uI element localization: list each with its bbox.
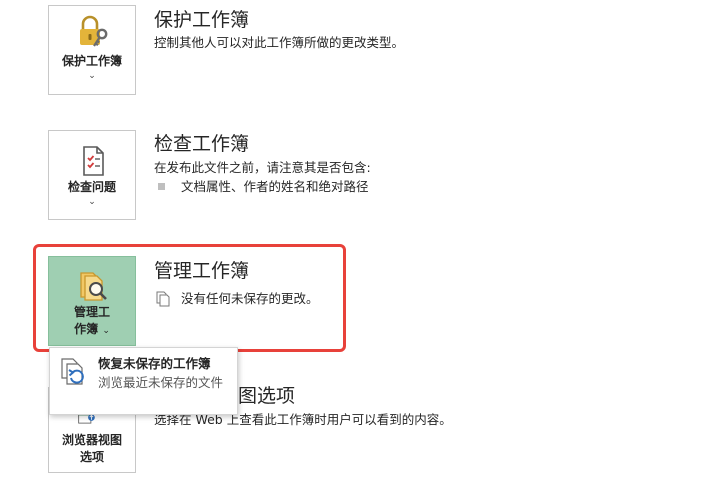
document-check-icon — [83, 146, 104, 176]
highlight-box — [33, 244, 346, 352]
browser-view-options-title: 图选项 — [238, 385, 296, 407]
bullet-square — [158, 183, 165, 190]
inspect-workbook-title: 检查工作簿 — [154, 133, 250, 155]
recover-document-icon — [61, 358, 84, 385]
protect-workbook-description: 控制其他人可以对此工作簿所做的更改类型。 — [154, 35, 405, 50]
recover-unsaved-workbooks-title: 恢复未保存的工作簿 — [98, 356, 211, 371]
check-issues-label: 检查问题 — [67, 180, 116, 194]
protect-workbook-title: 保护工作簿 — [154, 9, 250, 31]
protect-workbook-button[interactable]: 保护工作簿 ⌄ — [48, 5, 136, 95]
chevron-down-icon: ⌄ — [88, 197, 96, 207]
chevron-down-icon: ⌄ — [88, 71, 96, 81]
recover-unsaved-workbooks-description: 浏览最近未保存的文件 — [98, 375, 224, 390]
recover-unsaved-workbooks-item[interactable]: 恢复未保存的工作簿 浏览最近未保存的文件 — [50, 348, 237, 414]
inspect-workbook-description: 在发布此文件之前，请注意其是否包含: — [154, 160, 371, 175]
protect-workbook-label: 保护工作簿 — [61, 54, 122, 68]
lock-key-icon — [80, 15, 108, 47]
manage-workbook-dropdown: 恢复未保存的工作簿 浏览最近未保存的文件 — [49, 347, 238, 415]
browser-view-icon — [78, 412, 95, 424]
check-issues-button[interactable]: 检查问题 ⌄ — [48, 130, 136, 220]
browser-view-options-label-line2: 选项 — [79, 450, 104, 464]
inspect-item-document-properties: 文档属性、作者的姓名和绝对路径 — [181, 179, 369, 194]
browser-view-options-label-line1: 浏览器视图 — [61, 433, 122, 447]
